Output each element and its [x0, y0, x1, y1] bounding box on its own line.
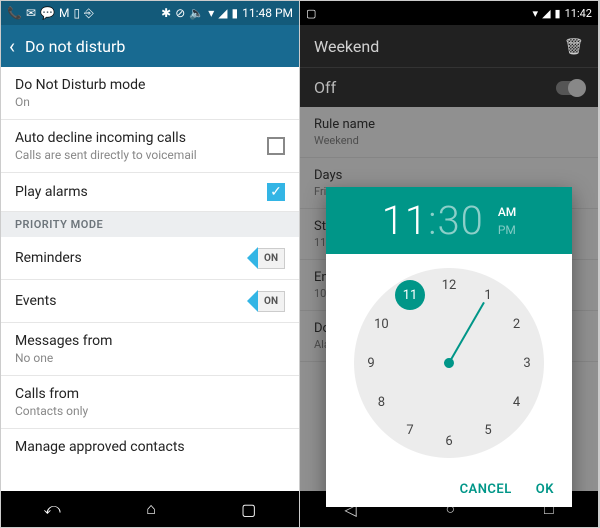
sub: On: [15, 95, 285, 109]
clock-hand: [448, 302, 485, 364]
clock-num-5[interactable]: 5: [476, 419, 500, 443]
clock-num-10[interactable]: 10: [369, 312, 393, 336]
am-option[interactable]: AM: [498, 205, 516, 219]
hour-value[interactable]: 11: [382, 197, 428, 244]
row-reminders[interactable]: Reminders ON: [1, 237, 299, 280]
ampm-toggle: AM PM: [498, 205, 516, 237]
nav-recent-icon[interactable]: ▢: [241, 500, 256, 519]
screenshot-icon: ▢: [306, 7, 316, 20]
sub: No one: [15, 351, 285, 365]
checkbox-unchecked[interactable]: [267, 137, 285, 155]
label: Calls from: [15, 386, 285, 402]
row-dnd-mode[interactable]: Do Not Disturb mode On: [1, 67, 299, 120]
row-play-alarms[interactable]: Play alarms ✓: [1, 173, 299, 212]
status-bar: 📞 ✉ 💬 M ▯ ⎆ ✱ ⊘ 🔈 ▾ ◢ ▮ 11:48 PM: [1, 1, 299, 25]
volume-icon: 🔈: [189, 7, 204, 19]
time-header: 11:30 AM PM: [326, 187, 572, 254]
background-list: Rule name Weekend Days Fri, Sat Start ti…: [300, 107, 598, 491]
ok-button[interactable]: OK: [536, 482, 554, 497]
pm-option[interactable]: PM: [498, 223, 516, 237]
toggle-on[interactable]: ON: [247, 247, 285, 269]
clock-num-1[interactable]: 1: [476, 283, 500, 307]
row-manage-contacts[interactable]: Manage approved contacts: [1, 429, 299, 465]
nav-home-icon[interactable]: ⌂: [146, 499, 156, 519]
sub: Contacts only: [15, 404, 285, 418]
section-header: PRIORITY MODE: [1, 212, 299, 237]
signal-icon: ◢: [218, 7, 227, 19]
wifi-icon: ▾: [533, 7, 539, 20]
dialog-actions: CANCEL OK: [326, 472, 572, 507]
chat-icon: 💬: [40, 7, 55, 19]
switch-off[interactable]: [556, 81, 584, 95]
time-display: 11:30: [382, 197, 484, 244]
clock-face-container: 12 12 3 45678 9 1011: [326, 254, 572, 472]
clock-num-8[interactable]: 8: [369, 390, 393, 414]
left-phone: 📞 ✉ 💬 M ▯ ⎆ ✱ ⊘ 🔈 ▾ ◢ ▮ 11:48 PM ‹ Do no…: [1, 1, 300, 527]
cast-icon: ⎆: [84, 7, 94, 19]
status-icons-right: ✱ ⊘ 🔈 ▾ ◢ ▮ 11:48 PM: [161, 7, 293, 19]
cancel-button[interactable]: CANCEL: [460, 482, 512, 497]
toggle-label: ON: [258, 248, 285, 269]
sim-icon: ▯: [73, 7, 80, 19]
settings-list: Do Not Disturb mode On Auto decline inco…: [1, 67, 299, 491]
battery-icon: ▮: [231, 7, 238, 19]
signal-icon: ◢: [542, 7, 550, 20]
minute-value[interactable]: 30: [437, 197, 483, 244]
status-bar: ▢ ▾ ◢ ▮ 11:42: [300, 1, 598, 25]
clock-text: 11:48 PM: [242, 7, 293, 19]
toggle-label: ON: [258, 291, 285, 312]
row-messages-from[interactable]: Messages from No one: [1, 323, 299, 376]
nav-bar: ⤺ ⌂ ▢: [1, 491, 299, 527]
mail-icon: ✉: [26, 7, 36, 19]
wifi-icon: ▾: [208, 7, 214, 19]
dnd-icon: ⊘: [175, 7, 185, 19]
app-bar: ‹ Do not disturb: [1, 25, 299, 67]
label: Manage approved contacts: [15, 439, 285, 455]
time-picker-dialog: 11:30 AM PM 121234567891011 CANCEL OK: [326, 187, 572, 507]
nav-back-icon[interactable]: ⤺: [44, 499, 61, 519]
sync-icon: ✱: [161, 7, 171, 19]
clock-num-7[interactable]: 7: [398, 419, 422, 443]
label: Messages from: [15, 333, 285, 349]
clock-num-12[interactable]: 12: [437, 273, 461, 297]
label: Do Not Disturb mode: [15, 77, 285, 93]
clock-num-4[interactable]: 4: [505, 390, 529, 414]
page-title: Do not disturb: [25, 37, 125, 56]
row-auto-decline[interactable]: Auto decline incoming calls Calls are se…: [1, 120, 299, 173]
battery-icon: ▮: [555, 7, 561, 20]
clock-num-6[interactable]: 6: [437, 429, 461, 453]
back-icon[interactable]: ‹: [9, 34, 15, 58]
call-icon: 📞: [7, 7, 22, 19]
sub: Calls are sent directly to voicemail: [15, 148, 267, 162]
row-events[interactable]: Events ON: [1, 280, 299, 323]
clock-num-2[interactable]: 2: [505, 312, 529, 336]
clock-text: 11:42: [565, 7, 592, 20]
delete-icon[interactable]: 🗑: [564, 37, 584, 56]
label: Auto decline incoming calls: [15, 130, 267, 146]
label: Play alarms: [15, 184, 267, 200]
off-label: Off: [314, 78, 336, 97]
toggle-on[interactable]: ON: [247, 290, 285, 312]
gmail-icon: M: [59, 7, 69, 19]
clock-num-9[interactable]: 9: [359, 351, 383, 375]
page-title: Weekend: [314, 37, 379, 56]
clock-face[interactable]: 12 12 3 45678 9 1011: [354, 268, 544, 458]
row-off[interactable]: Off: [300, 67, 598, 107]
label: Reminders: [15, 250, 247, 266]
clock-num-11[interactable]: 11: [395, 280, 425, 310]
app-bar: Weekend 🗑: [300, 25, 598, 67]
clock-num-3[interactable]: 3: [515, 351, 539, 375]
right-phone: ▢ ▾ ◢ ▮ 11:42 Weekend 🗑 Off Rule name We…: [300, 1, 599, 527]
checkbox-checked[interactable]: ✓: [267, 183, 285, 201]
label: Events: [15, 293, 247, 309]
status-icons-left: 📞 ✉ 💬 M ▯ ⎆: [7, 7, 94, 19]
row-calls-from[interactable]: Calls from Contacts only: [1, 376, 299, 429]
